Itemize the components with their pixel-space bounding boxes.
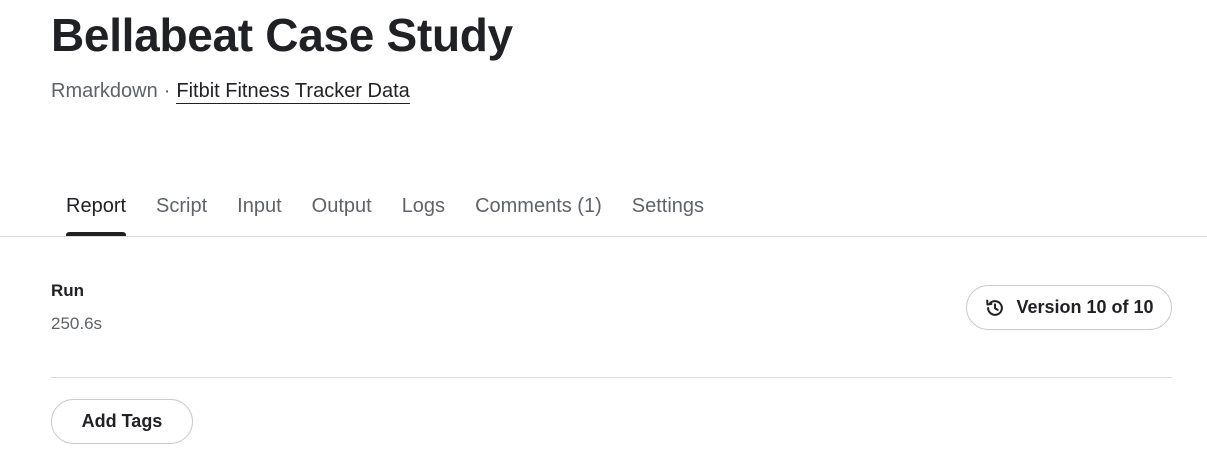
tabs-divider: [0, 236, 1207, 237]
language-label: Rmarkdown: [51, 80, 158, 102]
dataset-link[interactable]: Fitbit Fitness Tracker Data: [176, 80, 410, 104]
tab-output[interactable]: Output: [297, 186, 387, 236]
history-icon: [984, 297, 1006, 319]
tab-settings[interactable]: Settings: [617, 186, 719, 236]
run-time: 250.6s: [51, 314, 103, 333]
content-divider: [51, 377, 1172, 378]
subtitle: Rmarkdown · Fitbit Fitness Tracker Data: [51, 80, 410, 104]
tab-comments[interactable]: Comments (1): [460, 186, 617, 236]
version-label: Version 10 of 10: [1016, 297, 1154, 317]
tab-script[interactable]: Script: [141, 186, 222, 236]
tab-report[interactable]: Report: [51, 186, 141, 236]
run-label: Run: [51, 281, 85, 300]
tab-input[interactable]: Input: [222, 186, 296, 236]
subtitle-separator: ·: [163, 80, 171, 102]
version-button[interactable]: Version 10 of 10: [966, 285, 1172, 330]
tab-logs[interactable]: Logs: [387, 186, 460, 236]
tab-bar: Report Script Input Output Logs Comments…: [51, 186, 719, 236]
add-tags-button[interactable]: Add Tags: [51, 399, 193, 444]
page-title: Bellabeat Case Study: [51, 9, 513, 61]
